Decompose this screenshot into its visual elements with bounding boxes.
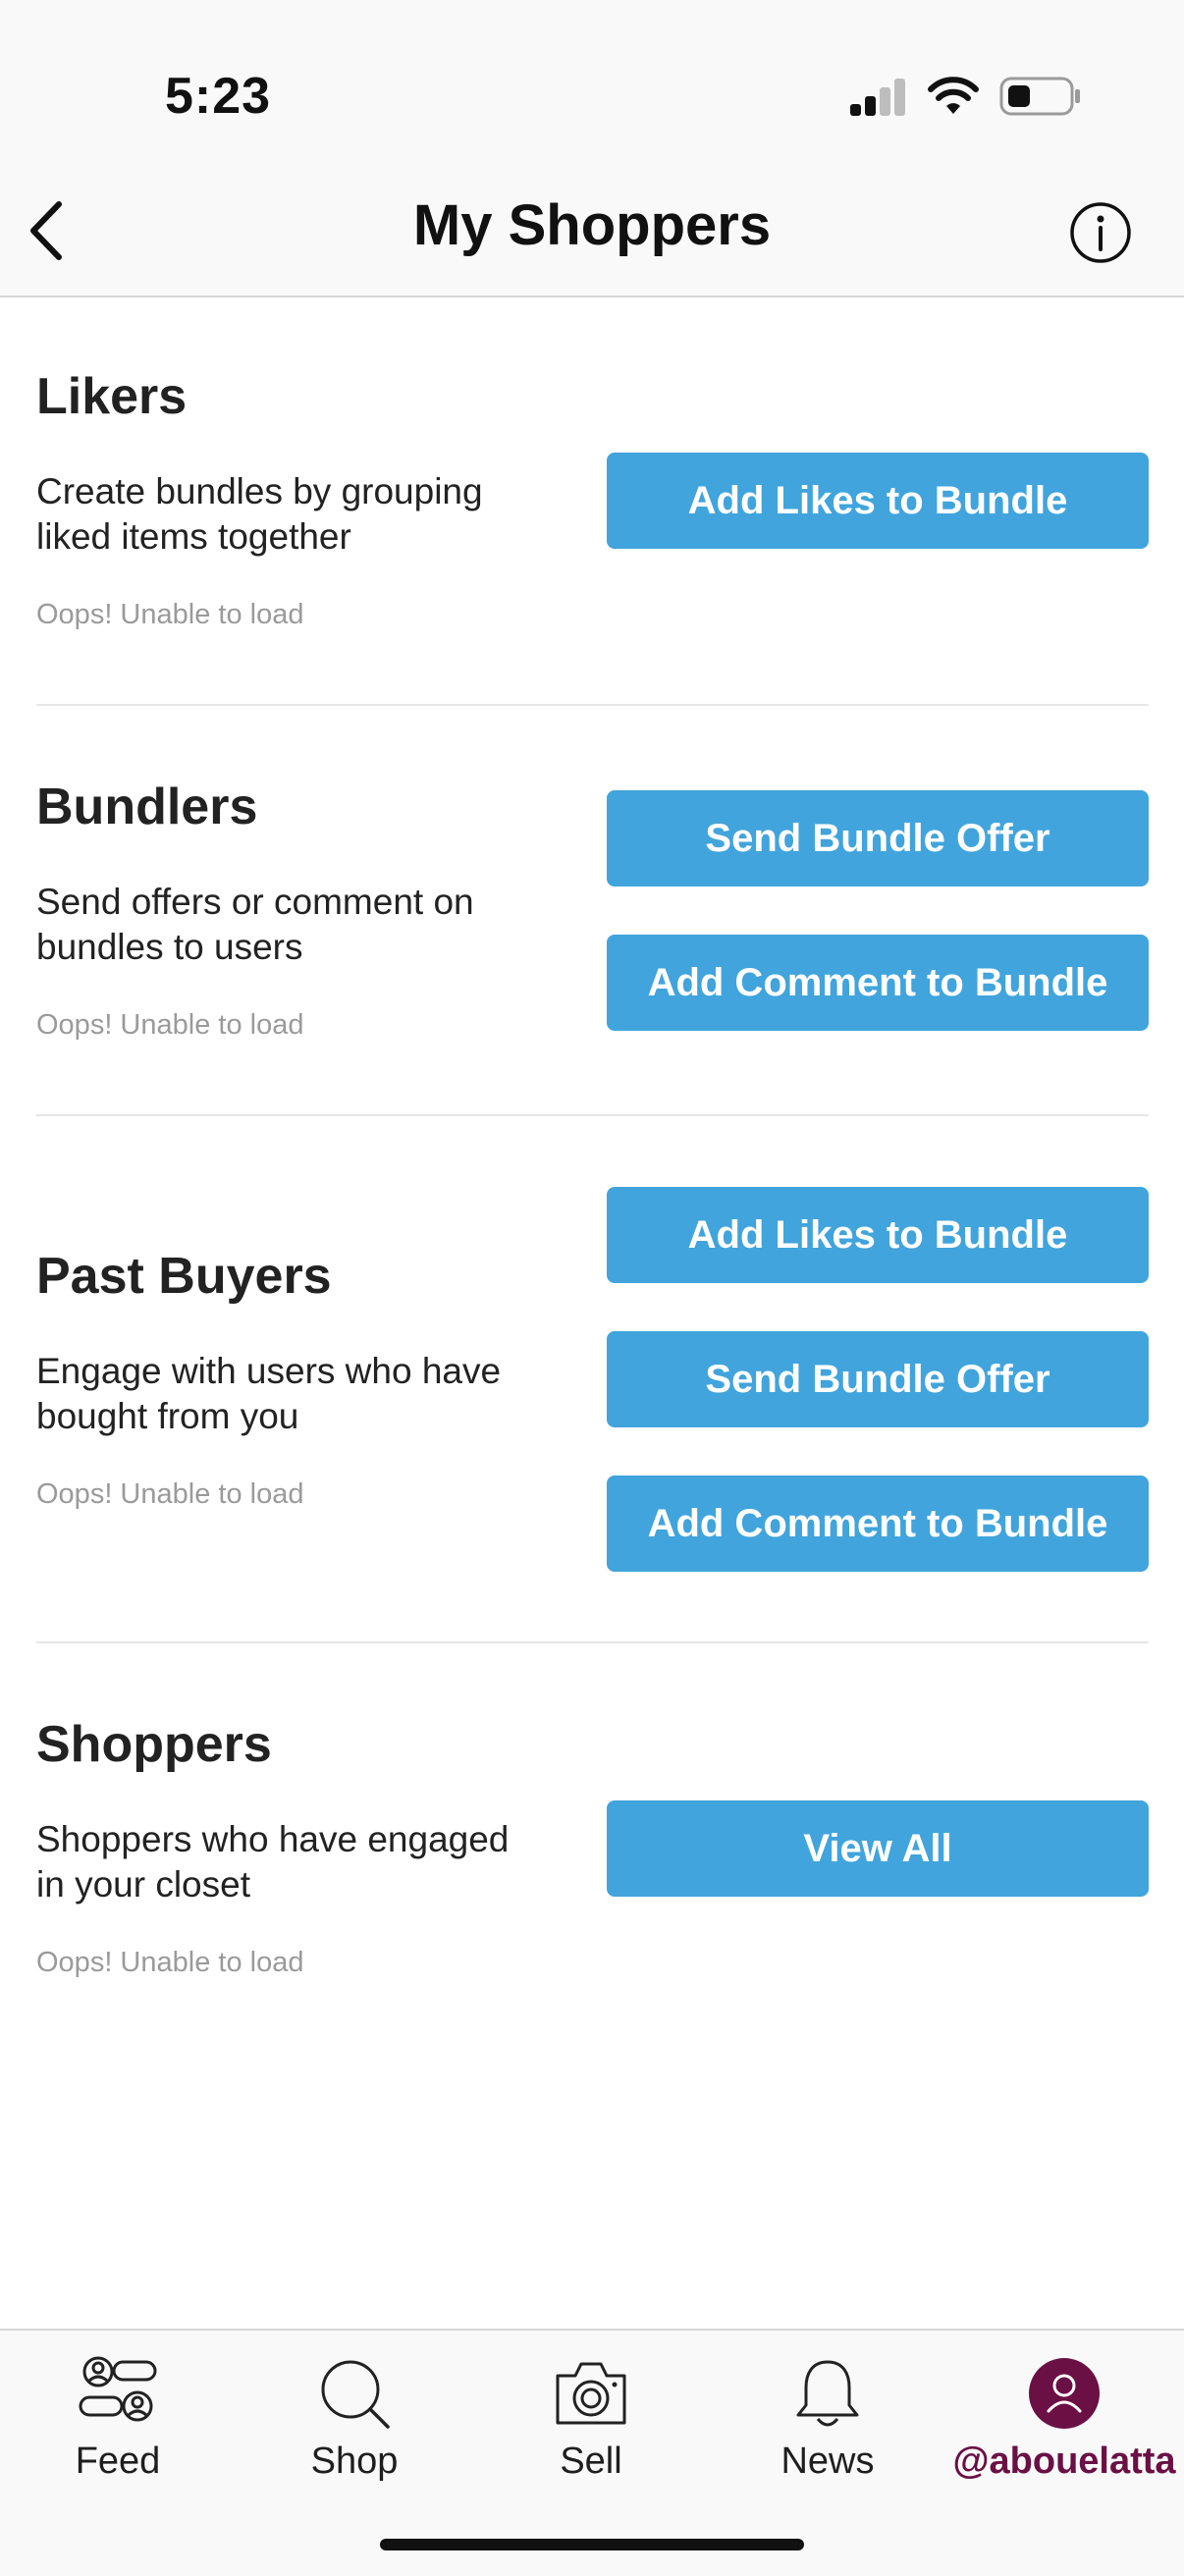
send-bundle-offer-button[interactable]: Send Bundle Offer (607, 1331, 1149, 1427)
status-time: 5:23 (165, 68, 272, 125)
feed-icon (79, 2356, 157, 2422)
section-description: Engage with users who have bought from y… (36, 1351, 502, 1436)
add-likes-to-bundle-button[interactable]: Add Likes to Bundle (607, 1187, 1149, 1283)
wifi-icon (928, 77, 979, 114)
section-title: Likers (36, 368, 188, 425)
add-comment-to-bundle-button[interactable]: Add Comment to Bundle (607, 935, 1149, 1031)
tab-profile[interactable]: @abouelatta (946, 2331, 1182, 2527)
camera-icon (556, 2362, 626, 2425)
tab-sell[interactable]: Sell (473, 2331, 709, 2527)
tab-news[interactable]: News (710, 2331, 945, 2527)
battery-icon (999, 77, 1080, 116)
info-icon[interactable] (1068, 200, 1133, 265)
bell-icon (796, 2360, 859, 2427)
load-error-text: Oops! Unable to load (36, 1009, 304, 1041)
view-all-button[interactable]: View All (607, 1800, 1149, 1897)
add-likes-to-bundle-button[interactable]: Add Likes to Bundle (607, 453, 1149, 549)
section-title: Shoppers (36, 1716, 272, 1773)
page-title: My Shoppers (412, 193, 772, 257)
load-error-text: Oops! Unable to load (36, 599, 304, 630)
section-title: Bundlers (36, 778, 258, 835)
section-description: Create bundles by grouping liked items t… (36, 471, 483, 557)
tab-label: Shop (310, 2441, 399, 2482)
divider (36, 704, 1149, 706)
load-error-text: Oops! Unable to load (36, 1478, 304, 1510)
signal-icon (850, 79, 905, 116)
tab-label: News (780, 2441, 875, 2482)
top-bar: 5:23 My Shoppers (0, 0, 1184, 297)
section-title: Past Buyers (36, 1248, 332, 1305)
profile-icon (1029, 2358, 1100, 2429)
tab-label: Feed (75, 2441, 161, 2482)
load-error-text: Oops! Unable to load (36, 1947, 304, 1978)
home-indicator (380, 2539, 804, 2550)
section-description: Shoppers who have engaged in your closet (36, 1819, 510, 1905)
tab-label: Sell (560, 2441, 622, 2482)
tab-shop[interactable]: Shop (237, 2331, 472, 2527)
add-comment-to-bundle-button[interactable]: Add Comment to Bundle (607, 1476, 1149, 1572)
divider (36, 1114, 1149, 1116)
tab-feed[interactable]: Feed (0, 2331, 236, 2527)
tab-label: @abouelatta (952, 2441, 1176, 2482)
section-description: Send offers or comment on bundles to use… (36, 882, 474, 967)
divider (36, 1641, 1149, 1643)
search-icon (321, 2360, 390, 2429)
send-bundle-offer-button[interactable]: Send Bundle Offer (607, 790, 1149, 886)
